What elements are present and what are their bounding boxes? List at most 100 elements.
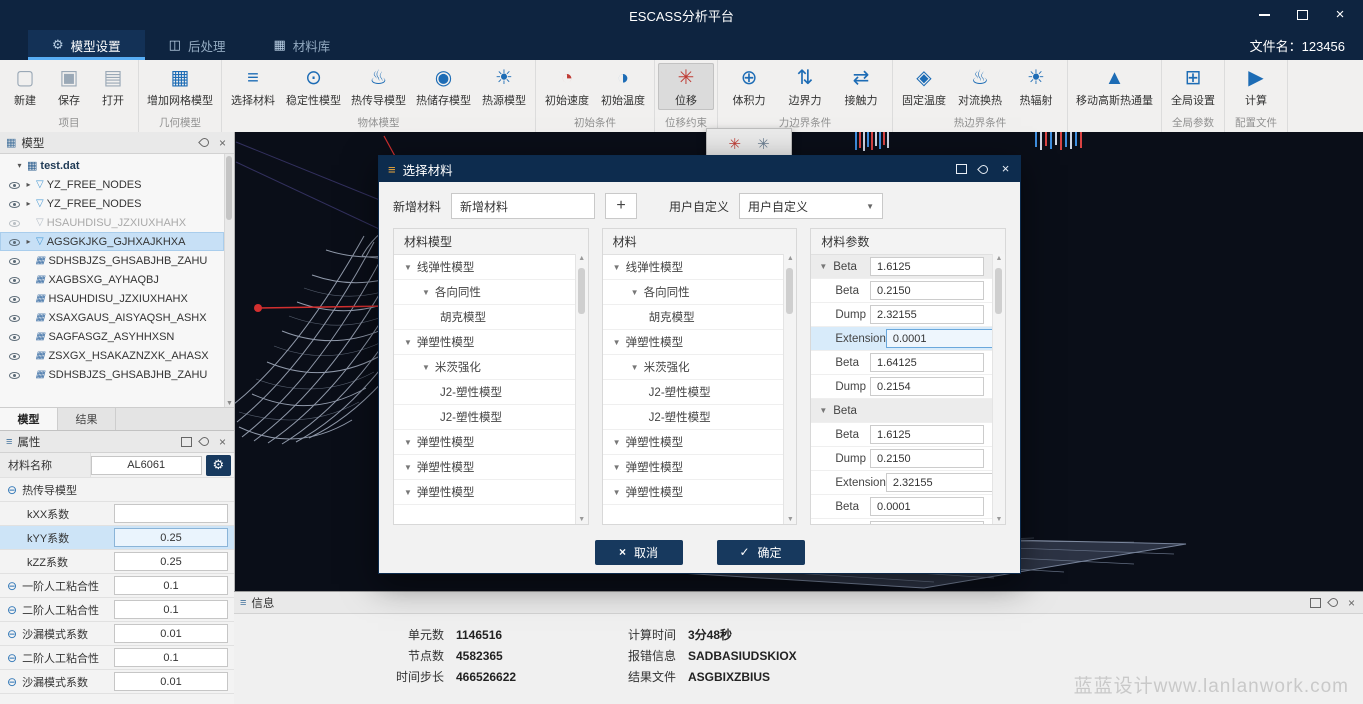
constraint-option-icon[interactable]: ✳ (757, 135, 770, 153)
param-value-input[interactable]: 0.2150 (870, 449, 984, 468)
caret-down-icon[interactable]: ▼ (404, 463, 412, 472)
model-panel-close-button[interactable]: × (217, 137, 228, 148)
list-item[interactable]: 胡克模型 (603, 305, 784, 330)
column-scrollbar[interactable]: ▲ ▼ (992, 254, 1005, 524)
list-item[interactable]: ▼弹塑性模型 (603, 330, 784, 355)
param-value-input[interactable]: 1.64125 (870, 353, 984, 372)
list-item[interactable]: J2-塑性模型 (394, 380, 575, 405)
radiation-button[interactable]: ☀热辐射 (1008, 63, 1064, 110)
property-value-input[interactable] (114, 504, 228, 523)
list-item[interactable]: ▼弹塑性模型 (394, 455, 575, 480)
property-value-input[interactable]: 0.01 (114, 624, 228, 643)
collapse-icon[interactable]: ⊖ (7, 675, 17, 689)
collapse-icon[interactable]: ⊖ (7, 603, 17, 617)
property-value-input[interactable]: 0.1 (114, 576, 228, 595)
caret-down-icon[interactable]: ▼ (613, 463, 621, 472)
param-group-row[interactable]: ▼Beta 1.6125 (811, 255, 992, 279)
collapse-icon[interactable]: ⊖ (7, 579, 17, 593)
visibility-eye-off-icon[interactable] (8, 216, 21, 229)
tab-material-library[interactable]: ▦ 材料库 (249, 30, 354, 60)
list-item[interactable]: ▼线弹性模型 (394, 255, 575, 280)
displacement-option-icon[interactable]: ✳ (728, 135, 741, 153)
param-row[interactable]: Dump0.2154 (811, 375, 992, 399)
caret-down-icon[interactable]: ▼ (422, 288, 430, 297)
body-force-button[interactable]: ⊕体积力 (721, 63, 777, 110)
expander-icon[interactable]: ▾ (15, 161, 24, 170)
convection-button[interactable]: ♨对流换热 (952, 63, 1008, 110)
list-item[interactable]: J2-塑性模型 (603, 405, 784, 430)
column-scrollbar[interactable]: ▲ ▼ (783, 254, 796, 524)
tree-item[interactable]: ▦ SDHSBJZS_GHSABJHB_ZAHU (0, 365, 224, 384)
model-panel-pin-button[interactable] (199, 137, 210, 148)
tab-model-setup[interactable]: ⚙ 模型设置 (28, 30, 145, 60)
add-material-button[interactable]: + (605, 193, 637, 219)
param-value-input[interactable]: 2.32155 (886, 473, 1000, 492)
visibility-eye-icon[interactable] (8, 197, 21, 210)
caret-down-icon[interactable]: ▼ (404, 438, 412, 447)
properties-restore-button[interactable] (181, 436, 192, 447)
maximize-button[interactable] (1295, 8, 1309, 22)
param-row[interactable]: Beta0.0001 (811, 495, 992, 519)
list-item[interactable]: ▼线弹性模型 (603, 255, 784, 280)
tree-root[interactable]: ▾ ▦ test.dat (0, 156, 224, 175)
visibility-eye-icon[interactable] (8, 254, 21, 267)
collapse-icon[interactable]: ⊖ (7, 483, 17, 497)
param-row[interactable]: Beta1.6125 (811, 423, 992, 447)
caret-down-icon[interactable]: ▼ (404, 338, 412, 347)
list-item[interactable]: J2-塑性模型 (394, 405, 575, 430)
tab-results[interactable]: 结果 (58, 408, 116, 430)
property-row[interactable]: ⊖ 一阶人工粘合性 0.1 (0, 574, 234, 598)
caret-down-icon[interactable]: ▼ (613, 488, 621, 497)
material-name-input[interactable]: AL6061 (91, 456, 202, 475)
visibility-eye-icon[interactable] (8, 311, 21, 324)
expander-icon[interactable]: ▸ (24, 237, 33, 246)
global-settings-button[interactable]: ⊞全局设置 (1165, 63, 1221, 110)
dialog-header[interactable]: ≡ 选择材料 × (379, 156, 1020, 182)
initial-temperature-button[interactable]: ◑初始温度 (595, 63, 651, 110)
tree-item-selected[interactable]: ▸ ▽ AGSGKJKG_GJHXAJKHXA (0, 232, 224, 251)
dialog-pin-button[interactable] (978, 164, 989, 175)
visibility-eye-icon[interactable] (8, 273, 21, 286)
caret-down-icon[interactable]: ▼ (613, 263, 621, 272)
param-value-input[interactable]: 0.2150 (870, 281, 984, 300)
expander-icon[interactable]: ▸ (24, 199, 33, 208)
param-row[interactable]: Dump0.2150 (811, 447, 992, 471)
scroll-down-icon[interactable]: ▼ (993, 516, 1005, 523)
tab-post-processing[interactable]: ◫ 后处理 (145, 30, 250, 60)
param-row[interactable]: Beta0.2150 (811, 279, 992, 303)
scrollbar-thumb[interactable] (578, 268, 585, 314)
boundary-force-button[interactable]: ⇅边界力 (777, 63, 833, 110)
param-row[interactable]: Dump1.64125 (811, 519, 992, 524)
list-item[interactable]: ▼米茨强化 (394, 355, 575, 380)
new-material-input[interactable]: 新增材料 (451, 193, 595, 219)
caret-down-icon[interactable]: ▼ (404, 263, 412, 272)
dialog-close-button[interactable]: × (1000, 164, 1011, 175)
info-restore-button[interactable] (1310, 597, 1321, 608)
collapse-icon[interactable]: ⊖ (7, 627, 17, 641)
visibility-eye-icon[interactable] (8, 292, 21, 305)
caret-down-icon[interactable]: ▼ (631, 288, 639, 297)
caret-down-icon[interactable]: ▼ (819, 406, 827, 415)
scroll-up-icon[interactable]: ▲ (784, 255, 796, 262)
property-section-row[interactable]: ⊖ 热传导模型 (0, 478, 234, 502)
param-row[interactable]: Beta1.64125 (811, 351, 992, 375)
contact-force-button[interactable]: ⇄接触力 (833, 63, 889, 110)
visibility-eye-icon[interactable] (8, 330, 21, 343)
list-item[interactable]: ▼弹塑性模型 (603, 430, 784, 455)
stability-model-button[interactable]: ⊙稳定性模型 (281, 63, 346, 110)
caret-down-icon[interactable]: ▼ (613, 338, 621, 347)
scroll-up-icon[interactable]: ▲ (993, 255, 1005, 262)
initial-velocity-button[interactable]: ◔初始速度 (539, 63, 595, 110)
tree-item[interactable]: ▽ HSAUHDISU_JZXIUXHAHX (0, 213, 224, 232)
scrollbar-thumb[interactable] (995, 268, 1002, 314)
property-value-input[interactable]: 0.1 (114, 600, 228, 619)
material-settings-button[interactable]: ⚙ (206, 455, 231, 476)
property-value-input[interactable]: 0.01 (114, 672, 228, 691)
tree-item[interactable]: ▦ HSAUHDISU_JZXIUXHAHX (0, 289, 224, 308)
caret-down-icon[interactable]: ▼ (422, 363, 430, 372)
property-row-selected[interactable]: kYY系数 0.25 (0, 526, 234, 550)
list-item[interactable]: ▼弹塑性模型 (394, 430, 575, 455)
tree-item[interactable]: ▸ ▽ YZ_FREE_NODES (0, 194, 224, 213)
list-item[interactable]: ▼弹塑性模型 (394, 330, 575, 355)
info-pin-button[interactable] (1328, 597, 1339, 608)
